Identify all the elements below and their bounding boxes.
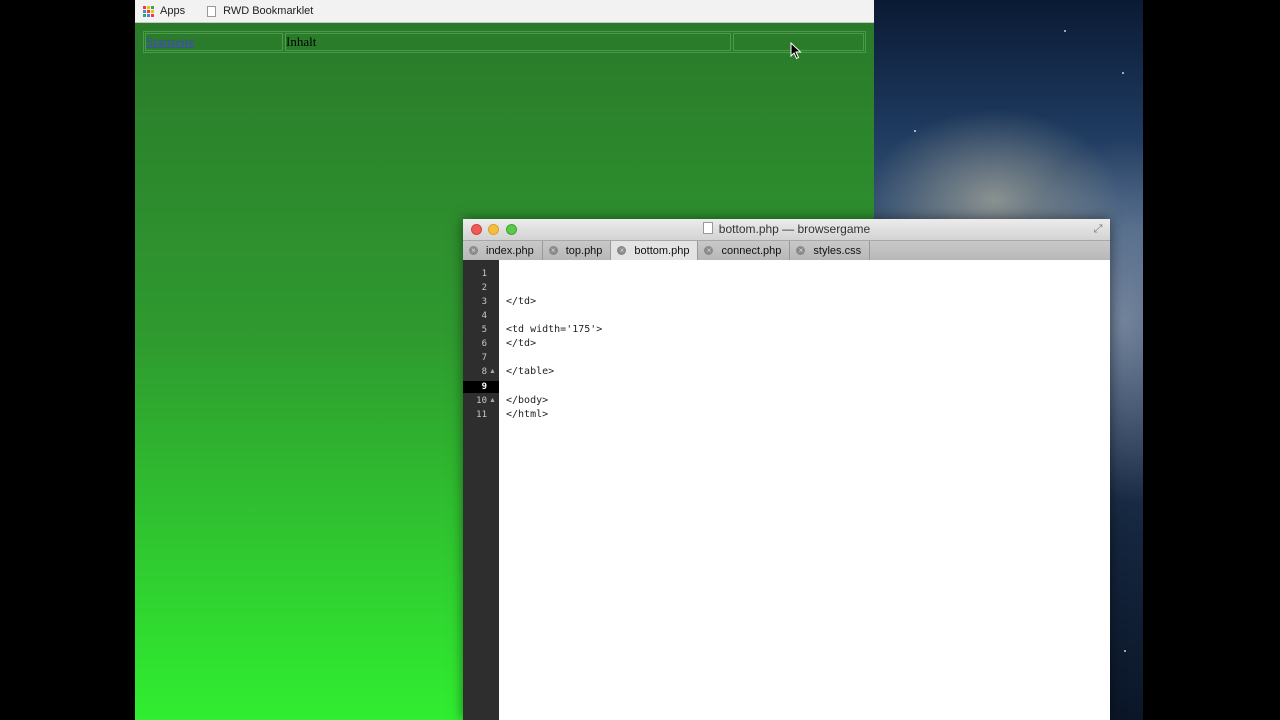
mouse-pointer-icon xyxy=(790,42,802,60)
code-line: </td> xyxy=(506,338,537,349)
bookmark-rwd-label: RWD Bookmarklet xyxy=(223,5,314,17)
close-window-button[interactable] xyxy=(471,224,482,235)
line-number: 2 xyxy=(481,283,487,293)
line-number: 6 xyxy=(481,339,487,349)
minimize-window-button[interactable] xyxy=(488,224,499,235)
star xyxy=(1122,72,1124,74)
tab-index-php[interactable]: × index.php xyxy=(463,241,543,260)
code-editor-window: bottom.php — browsergame ⤢ × index.php ×… xyxy=(463,219,1110,720)
tab-top-php[interactable]: × top.php xyxy=(543,241,612,260)
fold-marker-icon[interactable]: ▲ xyxy=(489,397,496,404)
close-tab-icon[interactable]: × xyxy=(469,246,478,255)
code-line: </html> xyxy=(506,409,549,420)
editor-titlebar[interactable]: bottom.php — browsergame ⤢ xyxy=(463,219,1110,241)
code-line: </body> xyxy=(506,395,549,406)
tab-bottom-php[interactable]: × bottom.php xyxy=(611,241,699,260)
tab-label: index.php xyxy=(486,244,534,257)
tab-styles-css[interactable]: × styles.css xyxy=(790,241,871,260)
line-number-gutter: 1 2 3 4 5 6 7 8 ▲ 9 10 ▲ 11 xyxy=(463,260,499,720)
code-area[interactable]: </td> <td width='175'> </td> </table> </… xyxy=(499,260,1110,720)
apps-grid-icon xyxy=(143,5,154,17)
bookmark-apps[interactable]: Apps xyxy=(143,5,185,17)
line-number: 7 xyxy=(481,353,487,363)
close-tab-icon[interactable]: × xyxy=(704,246,714,255)
editor-title: bottom.php — browsergame xyxy=(718,222,871,236)
tab-label: connect.php xyxy=(721,244,782,257)
close-tab-icon[interactable]: × xyxy=(617,246,627,255)
code-line: </table> xyxy=(506,366,555,377)
code-line: </td> xyxy=(506,296,537,307)
line-number: 1 xyxy=(481,269,487,279)
line-number: 4 xyxy=(481,311,487,321)
line-number: 8 xyxy=(481,367,487,377)
bookmark-rwd-bookmarklet[interactable]: RWD Bookmarklet xyxy=(207,5,313,17)
fold-marker-icon[interactable]: ▲ xyxy=(489,368,496,375)
line-number: 3 xyxy=(481,297,487,307)
tab-connect-php[interactable]: × connect.php xyxy=(698,241,791,260)
bookmarks-bar: Apps RWD Bookmarklet xyxy=(135,0,874,23)
table-cell-content: Inhalt xyxy=(285,33,731,51)
editor-body: 1 2 3 4 5 6 7 8 ▲ 9 10 ▲ 11 </td> <td wi… xyxy=(463,260,1110,720)
tab-label: bottom.php xyxy=(634,244,690,257)
star xyxy=(1124,650,1126,652)
fullscreen-icon[interactable]: ⤢ xyxy=(1092,223,1104,235)
line-number: 10 xyxy=(476,396,487,406)
startseite-link[interactable]: Startseite xyxy=(146,34,194,49)
bookmark-apps-label: Apps xyxy=(160,5,186,17)
zoom-window-button[interactable] xyxy=(506,224,517,235)
file-icon xyxy=(702,222,713,234)
close-tab-icon[interactable]: × xyxy=(796,246,806,255)
line-number: 5 xyxy=(481,325,487,335)
close-tab-icon[interactable]: × xyxy=(548,246,558,255)
layout-table: Startseite Inhalt xyxy=(143,31,866,53)
star xyxy=(1064,30,1066,32)
line-number: 11 xyxy=(476,410,487,420)
page-icon xyxy=(207,5,217,17)
table-cell-nav: Startseite xyxy=(145,33,283,51)
tab-label: top.php xyxy=(565,244,603,257)
tab-label: styles.css xyxy=(813,244,862,257)
line-number-current: 9 xyxy=(481,382,487,392)
editor-tabbar: × index.php × top.php × bottom.php × con… xyxy=(463,241,1110,261)
code-line: <td width='175'> xyxy=(506,324,603,335)
star xyxy=(914,130,916,132)
